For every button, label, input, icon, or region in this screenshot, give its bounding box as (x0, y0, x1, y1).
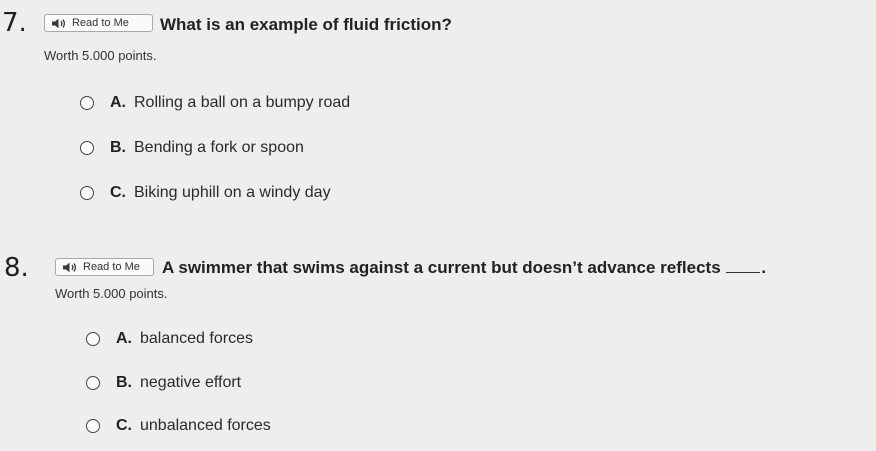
question-text-before: A swimmer that swims against a current b… (162, 258, 721, 277)
radio-icon[interactable] (80, 96, 94, 110)
speaker-icon (63, 262, 77, 272)
question-text: A swimmer that swims against a current b… (162, 258, 766, 278)
choice-text: balanced forces (140, 330, 253, 347)
question-number: 7. (2, 8, 27, 38)
choice-c[interactable]: C. Biking uphill on a windy day (80, 184, 331, 202)
choice-a[interactable]: A. Rolling a ball on a bumpy road (80, 94, 350, 112)
radio-icon[interactable] (86, 376, 100, 390)
read-to-me-label: Read to Me (72, 17, 129, 29)
radio-icon[interactable] (86, 332, 100, 346)
choice-text: unbalanced forces (140, 417, 271, 434)
read-to-me-button[interactable]: Read to Me (44, 14, 153, 32)
choice-letter: C. (116, 417, 132, 434)
question-number: 8. (4, 253, 29, 283)
choice-letter: B. (110, 139, 126, 156)
radio-icon[interactable] (80, 141, 94, 155)
choice-text: Biking uphill on a windy day (134, 184, 331, 201)
question-text-after: . (761, 258, 767, 277)
choice-letter: B. (116, 374, 132, 391)
choice-a[interactable]: A. balanced forces (86, 330, 253, 348)
points-label: Worth 5.000 points. (44, 48, 157, 63)
points-label: Worth 5.000 points. (55, 286, 168, 301)
read-to-me-label: Read to Me (83, 261, 140, 273)
read-to-me-button[interactable]: Read to Me (55, 258, 154, 276)
choice-text: Rolling a ball on a bumpy road (134, 94, 351, 111)
radio-icon[interactable] (80, 186, 94, 200)
choice-text: Bending a fork or spoon (134, 139, 304, 156)
choice-letter: A. (110, 94, 126, 111)
choice-text: negative effort (140, 374, 242, 391)
radio-icon[interactable] (86, 419, 100, 433)
question-text: What is an example of fluid friction? (160, 15, 452, 34)
choice-c[interactable]: C. unbalanced forces (86, 417, 271, 435)
choice-b[interactable]: B. negative effort (86, 374, 241, 392)
speaker-icon (52, 18, 66, 28)
choice-letter: A. (116, 330, 132, 347)
choice-letter: C. (110, 184, 126, 201)
choice-b[interactable]: B. Bending a fork or spoon (80, 139, 304, 157)
answer-blank (726, 258, 761, 273)
